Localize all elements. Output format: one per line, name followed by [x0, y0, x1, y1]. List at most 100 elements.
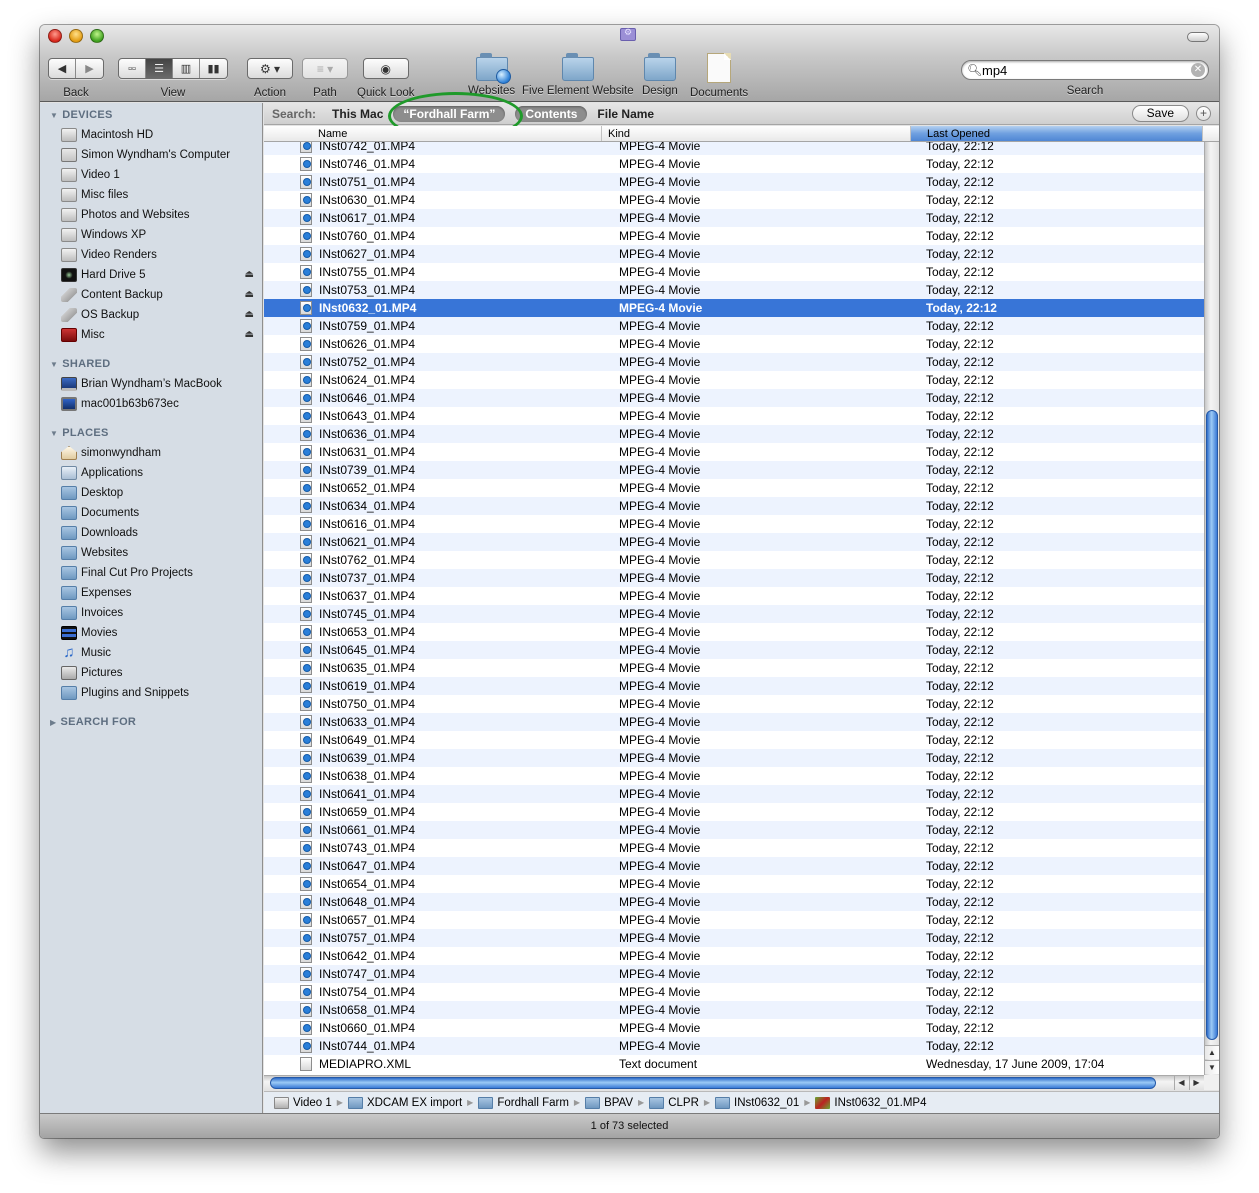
- sidebar-item-documents[interactable]: Documents: [40, 503, 262, 523]
- table-row[interactable]: INst0641_01.MP4 MPEG-4 Movie Today, 22:12: [264, 785, 1204, 803]
- table-row[interactable]: INst0755_01.MP4 MPEG-4 Movie Today, 22:12: [264, 263, 1204, 281]
- path-segment[interactable]: XDCAM EX import: [347, 1096, 462, 1109]
- table-row[interactable]: INst0760_01.MP4 MPEG-4 Movie Today, 22:12: [264, 227, 1204, 245]
- sidebar-item-os-backup[interactable]: OS Backup ⏏: [40, 305, 262, 325]
- forward-button[interactable]: ▶: [76, 59, 103, 78]
- scroll-down-arrow-icon[interactable]: ▼: [1205, 1060, 1219, 1074]
- path-segment[interactable]: INst0632_01: [715, 1096, 799, 1109]
- view-list-button[interactable]: ☰: [146, 59, 173, 78]
- scroll-right-arrow-icon[interactable]: ▶: [1189, 1076, 1203, 1090]
- disclosure-open-icon[interactable]: ▼: [50, 429, 58, 438]
- eject-icon[interactable]: ⏏: [245, 289, 254, 300]
- scroll-left-arrow-icon[interactable]: ◀: [1174, 1076, 1188, 1090]
- zoom-button[interactable]: [90, 29, 104, 43]
- table-row[interactable]: INst0624_01.MP4 MPEG-4 Movie Today, 22:12: [264, 371, 1204, 389]
- view-coverflow-button[interactable]: ▮▮: [200, 59, 227, 78]
- sidebar-item-video-renders[interactable]: Video Renders: [40, 245, 262, 265]
- back-button[interactable]: ◀: [49, 59, 76, 78]
- table-row[interactable]: INst0636_01.MP4 MPEG-4 Movie Today, 22:12: [264, 425, 1204, 443]
- search-input[interactable]: [982, 62, 1182, 78]
- quicklook-button[interactable]: ◉: [362, 58, 409, 79]
- table-row[interactable]: INst0648_01.MP4 MPEG-4 Movie Today, 22:12: [264, 893, 1204, 911]
- sidebar-item-plugins-and-snippets[interactable]: Plugins and Snippets: [40, 683, 262, 703]
- path-button[interactable]: ≡ ▾: [302, 58, 348, 79]
- table-row[interactable]: INst0633_01.MP4 MPEG-4 Movie Today, 22:12: [264, 713, 1204, 731]
- table-row[interactable]: INst0637_01.MP4 MPEG-4 Movie Today, 22:12: [264, 587, 1204, 605]
- sidebar-item-downloads[interactable]: Downloads: [40, 523, 262, 543]
- table-row[interactable]: INst0658_01.MP4 MPEG-4 Movie Today, 22:12: [264, 1001, 1204, 1019]
- table-row[interactable]: INst0657_01.MP4 MPEG-4 Movie Today, 22:12: [264, 911, 1204, 929]
- table-row[interactable]: INst0635_01.MP4 MPEG-4 Movie Today, 22:12: [264, 659, 1204, 677]
- table-row[interactable]: INst0750_01.MP4 MPEG-4 Movie Today, 22:12: [264, 695, 1204, 713]
- table-row[interactable]: INst0619_01.MP4 MPEG-4 Movie Today, 22:12: [264, 677, 1204, 695]
- close-button[interactable]: [48, 29, 62, 43]
- section-devices[interactable]: ▼ DEVICES: [40, 105, 262, 125]
- horizontal-scroll-thumb[interactable]: [270, 1077, 1156, 1089]
- table-row[interactable]: INst0643_01.MP4 MPEG-4 Movie Today, 22:12: [264, 407, 1204, 425]
- table-row[interactable]: INst0639_01.MP4 MPEG-4 Movie Today, 22:12: [264, 749, 1204, 767]
- table-row[interactable]: INst0634_01.MP4 MPEG-4 Movie Today, 22:12: [264, 497, 1204, 515]
- view-column-button[interactable]: ▥: [173, 59, 200, 78]
- table-row[interactable]: INst0653_01.MP4 MPEG-4 Movie Today, 22:12: [264, 623, 1204, 641]
- add-criteria-button[interactable]: +: [1196, 106, 1211, 121]
- sidebar-item-desktop[interactable]: Desktop: [40, 483, 262, 503]
- sidebar-item-brian-wyndham-s-macbook[interactable]: Brian Wyndham’s MacBook: [40, 374, 262, 394]
- table-row[interactable]: INst0737_01.MP4 MPEG-4 Movie Today, 22:12: [264, 569, 1204, 587]
- shortcut-five-element-website[interactable]: Five Element Website: [522, 53, 634, 97]
- table-row[interactable]: INst0752_01.MP4 MPEG-4 Movie Today, 22:12: [264, 353, 1204, 371]
- sidebar-item-content-backup[interactable]: Content Backup ⏏: [40, 285, 262, 305]
- table-row[interactable]: INst0660_01.MP4 MPEG-4 Movie Today, 22:12: [264, 1019, 1204, 1037]
- table-row[interactable]: INst0739_01.MP4 MPEG-4 Movie Today, 22:12: [264, 461, 1204, 479]
- sidebar-item-mac001b63b673ec[interactable]: mac001b63b673ec: [40, 394, 262, 414]
- sidebar-item-invoices[interactable]: Invoices: [40, 603, 262, 623]
- path-segment[interactable]: Video 1: [274, 1096, 332, 1109]
- section-places[interactable]: ▼ PLACES: [40, 423, 262, 443]
- table-row[interactable]: INst0616_01.MP4 MPEG-4 Movie Today, 22:12: [264, 515, 1204, 533]
- sidebar-item-misc-files[interactable]: Misc files: [40, 185, 262, 205]
- scope-fordhall-farm[interactable]: “Fordhall Farm”: [393, 105, 506, 122]
- table-row[interactable]: INst0649_01.MP4 MPEG-4 Movie Today, 22:12: [264, 731, 1204, 749]
- table-row[interactable]: INst0762_01.MP4 MPEG-4 Movie Today, 22:12: [264, 551, 1204, 569]
- path-segment[interactable]: Fordhall Farm: [478, 1096, 569, 1109]
- sidebar-item-applications[interactable]: Applications: [40, 463, 262, 483]
- table-row[interactable]: INst0647_01.MP4 MPEG-4 Movie Today, 22:12: [264, 857, 1204, 875]
- table-row[interactable]: INst0751_01.MP4 MPEG-4 Movie Today, 22:12: [264, 173, 1204, 191]
- vertical-scroll-thumb[interactable]: [1206, 410, 1218, 1040]
- table-row[interactable]: INst0617_01.MP4 MPEG-4 Movie Today, 22:12: [264, 209, 1204, 227]
- table-row[interactable]: INst0631_01.MP4 MPEG-4 Movie Today, 22:12: [264, 443, 1204, 461]
- sidebar-item-simonwyndham[interactable]: simonwyndham: [40, 443, 262, 463]
- sidebar-item-music[interactable]: ♫ Music: [40, 643, 262, 663]
- eject-icon[interactable]: ⏏: [245, 329, 254, 340]
- shortcut-documents[interactable]: Documents: [690, 53, 748, 99]
- mode-contents[interactable]: Contents: [515, 105, 588, 122]
- section-shared[interactable]: ▼ SHARED: [40, 354, 262, 374]
- table-row[interactable]: INst0661_01.MP4 MPEG-4 Movie Today, 22:12: [264, 821, 1204, 839]
- table-row[interactable]: INst0745_01.MP4 MPEG-4 Movie Today, 22:12: [264, 605, 1204, 623]
- sidebar-item-movies[interactable]: Movies: [40, 623, 262, 643]
- table-row[interactable]: INst0621_01.MP4 MPEG-4 Movie Today, 22:12: [264, 533, 1204, 551]
- column-name[interactable]: Name: [264, 126, 602, 141]
- horizontal-scrollbar[interactable]: ◀ ▶: [264, 1075, 1204, 1090]
- table-row[interactable]: INst0742_01.MP4 MPEG-4 Movie Today, 22:12: [264, 142, 1204, 155]
- table-row[interactable]: INst0646_01.MP4 MPEG-4 Movie Today, 22:12: [264, 389, 1204, 407]
- path-segment[interactable]: BPAV: [585, 1096, 633, 1109]
- path-segment[interactable]: INst0632_01.MP4: [815, 1096, 926, 1109]
- table-row[interactable]: INst0652_01.MP4 MPEG-4 Movie Today, 22:12: [264, 479, 1204, 497]
- table-row[interactable]: INst0654_01.MP4 MPEG-4 Movie Today, 22:12: [264, 875, 1204, 893]
- sidebar-item-macintosh-hd[interactable]: Macintosh HD: [40, 125, 262, 145]
- column-kind[interactable]: Kind: [602, 126, 911, 141]
- sidebar-item-pictures[interactable]: Pictures: [40, 663, 262, 683]
- table-row[interactable]: INst0642_01.MP4 MPEG-4 Movie Today, 22:12: [264, 947, 1204, 965]
- table-row[interactable]: INst0757_01.MP4 MPEG-4 Movie Today, 22:12: [264, 929, 1204, 947]
- toolbar-toggle-button[interactable]: [1187, 32, 1209, 42]
- sidebar-item-video-1[interactable]: Video 1: [40, 165, 262, 185]
- eject-icon[interactable]: ⏏: [245, 309, 254, 320]
- table-row[interactable]: MEDIAPRO.XML Text document Wednesday, 17 J…: [264, 1055, 1204, 1073]
- eject-icon[interactable]: ⏏: [245, 269, 254, 280]
- table-row[interactable]: INst0630_01.MP4 MPEG-4 Movie Today, 22:12: [264, 191, 1204, 209]
- scope-this-mac[interactable]: This Mac: [332, 107, 383, 121]
- disclosure-open-icon[interactable]: ▼: [50, 111, 58, 120]
- sidebar-item-misc[interactable]: Misc ⏏: [40, 325, 262, 345]
- sidebar-item-final-cut-pro-projects[interactable]: Final Cut Pro Projects: [40, 563, 262, 583]
- action-button[interactable]: ⚙ ▾: [247, 58, 293, 79]
